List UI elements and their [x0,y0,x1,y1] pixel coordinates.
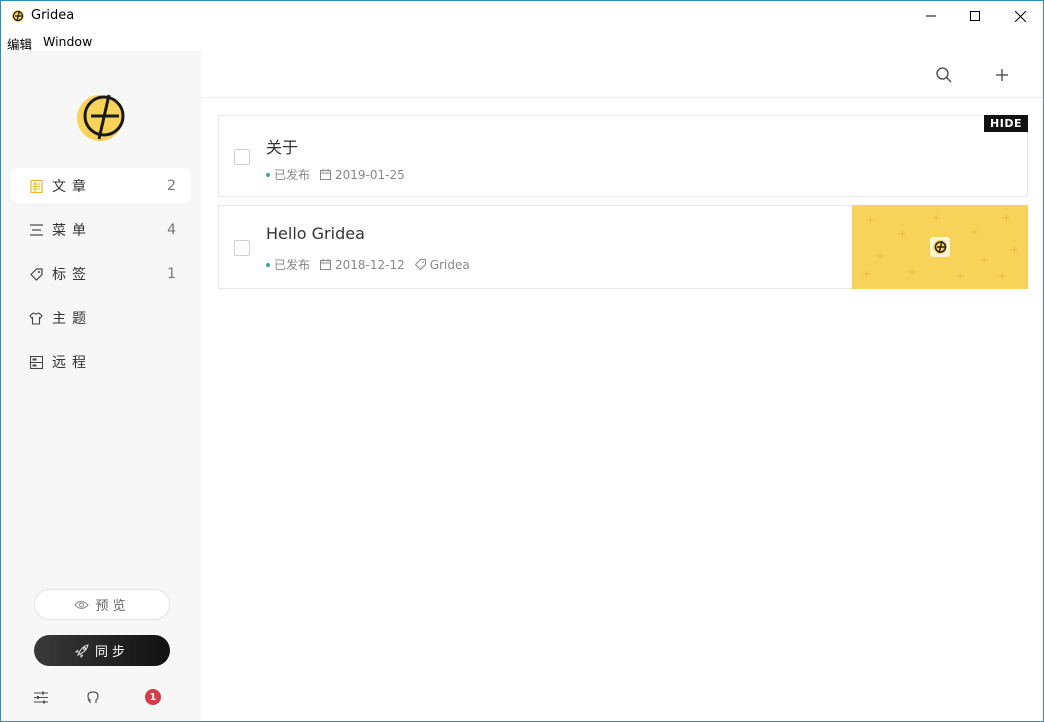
post-status: 已发布 [274,168,311,182]
post-feature-image: + + + + + + + + + + + + [852,205,1028,289]
menu-window[interactable]: Window [43,34,92,49]
remote-icon [29,355,43,369]
gridea-logo-icon [930,237,950,257]
sidebar-item-tags[interactable]: 标签 1 [11,256,191,292]
sidebar-item-label: 远程 [52,355,92,371]
sidebar-item-label: 标签 [52,267,92,283]
post-date: 2019-01-25 [335,167,405,182]
sidebar-item-label: 菜单 [52,223,92,239]
published-dot [266,262,270,267]
gridea-logo [77,94,125,141]
rocket-icon [74,643,89,658]
calendar-icon [320,259,332,270]
settings-sliders-icon[interactable] [33,689,49,705]
sidebar: 文章 2 菜单 4 标签 1 主题 远程 预览 同步 1 [1,51,201,721]
tag-icon [29,267,43,281]
post-date: 2018-12-12 [335,257,405,272]
window-title: Gridea [31,8,75,23]
post-checkbox[interactable] [234,240,250,256]
tshirt-icon [29,311,43,325]
post-card[interactable]: Hello Gridea 已发布 2018-12-12 Gridea + + +… [218,205,1028,289]
search-icon[interactable] [935,66,953,84]
post-title: 关于 [266,138,299,157]
post-meta: 已发布 2018-12-12 Gridea [266,256,470,273]
sidebar-item-articles[interactable]: 文章 2 [11,168,191,204]
calendar-icon [320,169,332,180]
hide-badge: HIDE [984,115,1028,132]
title-bar: Gridea [1,1,1043,31]
post-meta: 已发布 2019-01-25 [266,166,405,183]
maximize-icon [970,11,980,21]
preview-label: 预览 [95,599,130,614]
sidebar-item-count: 1 [167,266,176,282]
close-button[interactable] [997,1,1043,31]
sync-label: 同步 [94,645,129,660]
sidebar-item-themes[interactable]: 主题 [11,300,191,336]
preview-button[interactable]: 预览 [34,589,170,620]
eye-icon [74,600,90,609]
post-status: 已发布 [274,258,311,272]
add-post-icon[interactable] [993,66,1011,84]
sidebar-item-count: 2 [167,178,176,194]
close-icon [1014,10,1026,22]
menu-icon [29,223,43,237]
sidebar-item-menus[interactable]: 菜单 4 [11,212,191,248]
sync-button[interactable]: 同步 [34,635,170,666]
post-title: Hello Gridea [266,224,365,243]
post-checkbox[interactable] [234,149,250,165]
article-icon [29,179,43,193]
sidebar-item-remote[interactable]: 远程 [11,344,191,380]
minimize-icon [926,15,936,17]
github-icon[interactable] [85,689,101,705]
minimize-button[interactable] [908,1,954,31]
gridea-app-icon [12,10,24,22]
maximize-button[interactable] [952,1,998,31]
app-window: Gridea 编辑 Window 文章 2 菜单 4 标签 1 主题 远程 预览… [0,0,1044,722]
post-tag[interactable]: Gridea [430,258,470,272]
notification-badge[interactable]: 1 [145,689,161,705]
menu-bar: 编辑 Window [1,31,1043,52]
published-dot [266,172,270,177]
sidebar-item-label: 主题 [52,311,92,327]
post-card[interactable]: 关于 已发布 2019-01-25 HIDE [218,115,1028,197]
sidebar-item-label: 文章 [52,179,92,195]
tag-icon [414,259,426,270]
main-toolbar [201,51,1043,98]
sidebar-item-count: 4 [167,222,176,238]
